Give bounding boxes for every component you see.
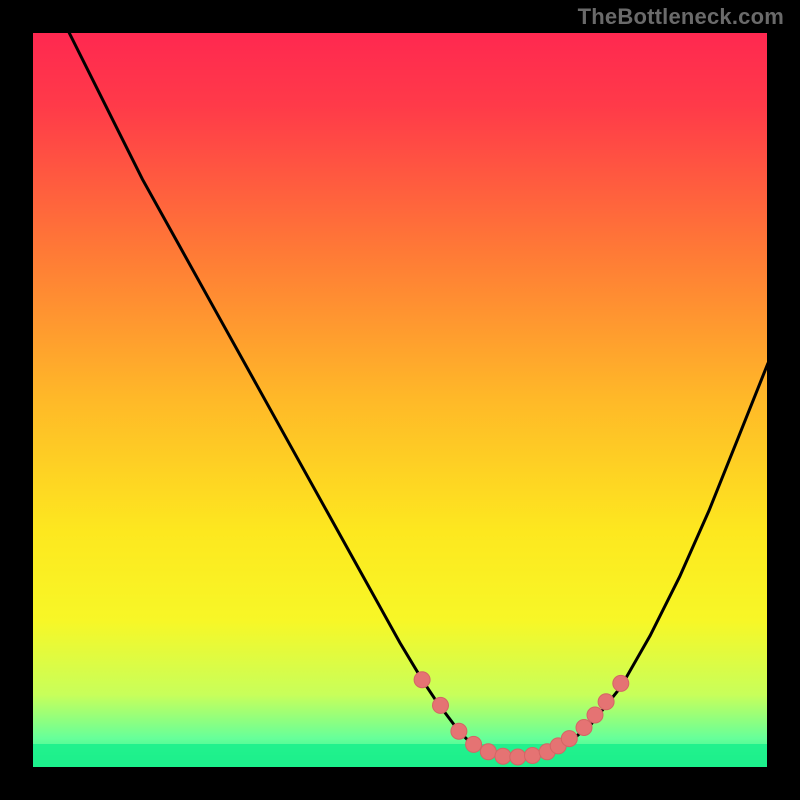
curve-marker: [598, 694, 614, 710]
curve-marker: [495, 748, 511, 764]
curve-marker: [433, 697, 449, 713]
curve-marker: [510, 749, 526, 765]
chart-stage: TheBottleneck.com: [0, 0, 800, 800]
watermark-label: TheBottleneck.com: [578, 4, 784, 30]
curve-marker: [480, 744, 496, 760]
plot-area: [32, 32, 768, 768]
curve-marker: [613, 675, 629, 691]
curve-marker: [561, 731, 577, 747]
curve-marker: [525, 748, 541, 764]
curve-marker: [414, 672, 430, 688]
green-strip: [32, 744, 768, 768]
bottleneck-chart: [0, 0, 800, 800]
curve-marker: [466, 736, 482, 752]
curve-marker: [587, 707, 603, 723]
curve-marker: [576, 720, 592, 736]
curve-marker: [451, 723, 467, 739]
